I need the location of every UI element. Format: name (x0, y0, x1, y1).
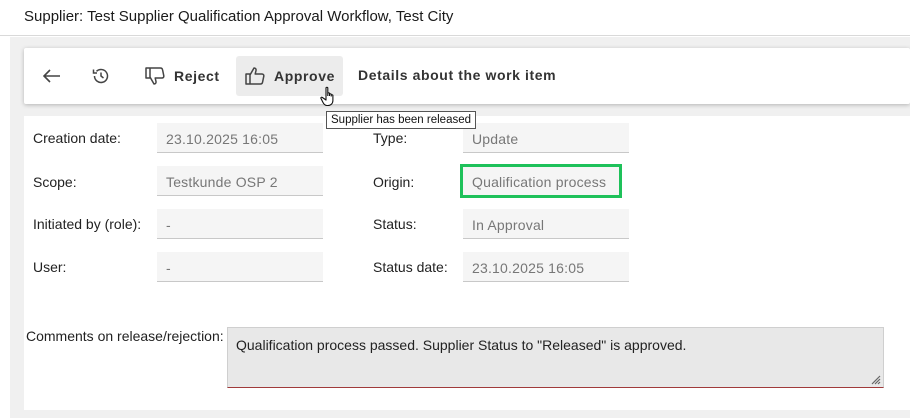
initiated-by-label: Initiated by (role): (33, 216, 142, 232)
approve-label: Approve (274, 68, 335, 84)
creation-date-label: Creation date: (33, 130, 121, 146)
user-label: User: (33, 259, 67, 275)
status-field[interactable]: In Approval (463, 209, 629, 239)
comment-text: Qualification process passed. Supplier S… (236, 337, 687, 353)
reject-button[interactable]: Reject (136, 56, 228, 96)
back-button[interactable] (38, 62, 66, 90)
status-label: Status: (373, 216, 417, 232)
comment-label: Comments on release/rejection: (26, 328, 224, 344)
reject-label: Reject (174, 68, 220, 84)
scope-label: Scope: (33, 174, 77, 190)
status-date-label: Status date: (373, 259, 448, 275)
creation-date-field[interactable]: 23.10.2025 16:05 (157, 123, 323, 153)
toolbar: Reject Approve Details about the work it… (24, 48, 910, 104)
origin-highlight-box (460, 164, 622, 198)
type-field[interactable]: Update (463, 123, 629, 153)
user-field[interactable]: - (157, 252, 323, 282)
scope-field[interactable]: Testkunde OSP 2 (157, 166, 323, 196)
history-button[interactable] (87, 62, 115, 90)
hand-pointer-cursor-icon (320, 86, 334, 107)
arrow-left-icon (43, 69, 60, 83)
thumbs-down-icon (145, 67, 165, 85)
page-title: Supplier: Test Supplier Qualification Ap… (24, 8, 454, 25)
history-icon (92, 68, 109, 84)
thumbs-up-icon (245, 67, 265, 85)
type-label: Type: (373, 130, 408, 146)
comment-textarea[interactable]: Qualification process passed. Supplier S… (227, 327, 884, 388)
work-item-details-text: Details about the work item (358, 67, 557, 83)
approve-tooltip: Supplier has been released (326, 111, 477, 129)
status-date-field[interactable]: 23.10.2025 16:05 (463, 252, 629, 282)
initiated-by-field[interactable]: - (157, 209, 323, 239)
title-bar: Supplier: Test Supplier Qualification Ap… (0, 0, 910, 36)
resize-grip-icon[interactable] (869, 373, 881, 385)
origin-label: Origin: (373, 174, 415, 190)
